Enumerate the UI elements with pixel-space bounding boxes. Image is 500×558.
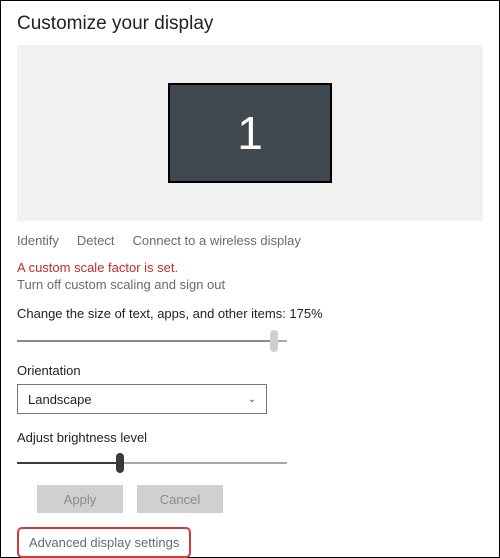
scale-warning: A custom scale factor is set. (17, 260, 483, 275)
brightness-slider[interactable] (17, 451, 287, 475)
monitor-thumbnail[interactable]: 1 (168, 83, 332, 183)
orientation-value: Landscape (28, 392, 92, 407)
display-actions-row: Identify Detect Connect to a wireless di… (17, 233, 483, 248)
advanced-display-settings-link[interactable]: Advanced display settings (29, 535, 179, 550)
button-row: Apply Cancel (37, 485, 483, 513)
wireless-display-link[interactable]: Connect to a wireless display (133, 233, 301, 248)
advanced-highlight-box: Advanced display settings (17, 527, 191, 558)
monitor-number: 1 (237, 106, 263, 160)
cancel-button[interactable]: Cancel (137, 485, 223, 513)
turn-off-scaling-link[interactable]: Turn off custom scaling and sign out (17, 277, 225, 292)
detect-link[interactable]: Detect (77, 233, 115, 248)
slider-track-filled (17, 462, 120, 464)
apply-button[interactable]: Apply (37, 485, 123, 513)
scale-label: Change the size of text, apps, and other… (17, 306, 483, 321)
slider-thumb[interactable] (116, 453, 124, 473)
page-title: Customize your display (17, 13, 483, 35)
scale-slider[interactable] (17, 329, 287, 353)
display-preview-area: 1 (17, 45, 483, 221)
chevron-down-icon: ⌄ (248, 394, 256, 405)
slider-track-filled (17, 340, 274, 342)
slider-thumb[interactable] (270, 330, 278, 352)
identify-link[interactable]: Identify (17, 233, 59, 248)
orientation-dropdown[interactable]: Landscape ⌄ (17, 384, 267, 414)
brightness-label: Adjust brightness level (17, 430, 483, 445)
orientation-label: Orientation (17, 363, 483, 378)
